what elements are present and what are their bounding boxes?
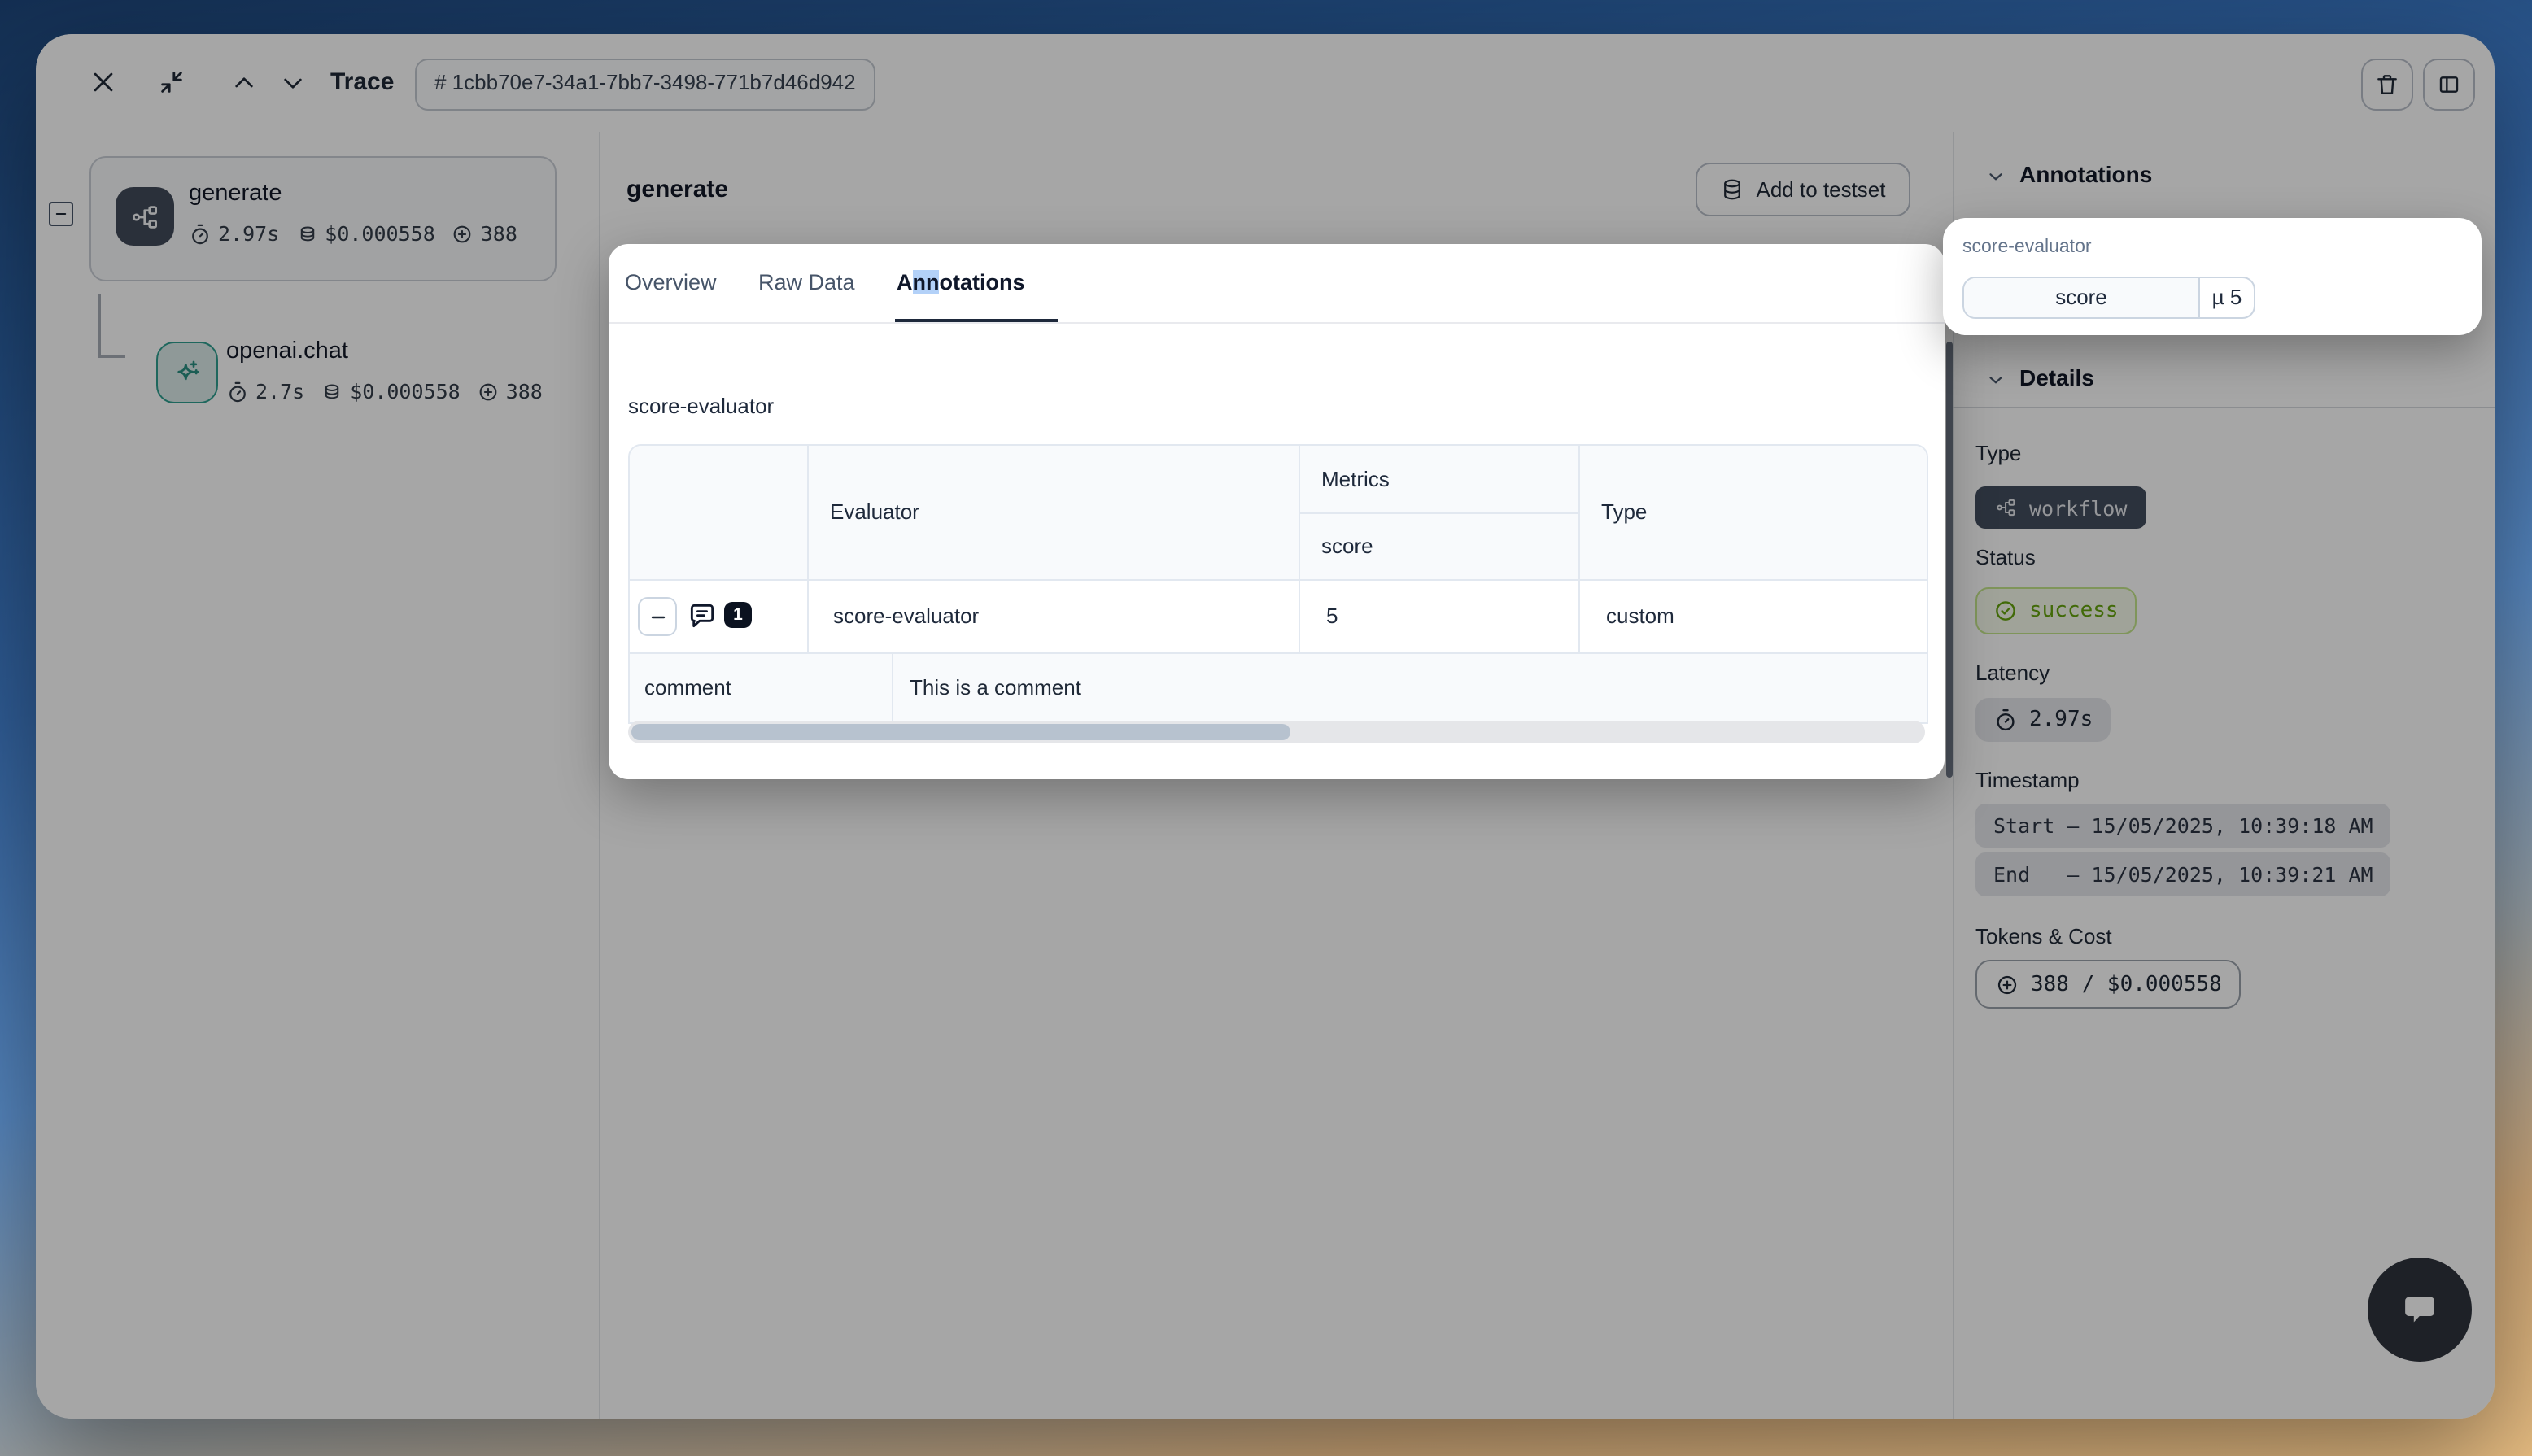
annotation-popover: score-evaluator score µ 5 xyxy=(1943,218,2482,335)
tab-label-selected-text: nn xyxy=(913,270,940,294)
tabs-divider xyxy=(609,322,1945,324)
tab-label-part: otations xyxy=(940,270,1025,294)
comment-icon[interactable] xyxy=(687,600,718,631)
tab-annotations[interactable]: Annotations xyxy=(897,244,1025,322)
comment-value: This is a comment xyxy=(910,652,1081,722)
minus-icon xyxy=(647,606,668,627)
collapse-row-button[interactable] xyxy=(638,597,677,636)
tab-label-part: A xyxy=(897,270,913,294)
row-score-value: 5 xyxy=(1326,579,1338,652)
trace-viewer-window: Trace # 1cbb70e7-34a1-7bb7-3498-771b7d46… xyxy=(36,34,2495,1419)
table-hscrollbar-thumb[interactable] xyxy=(631,724,1290,740)
comment-count-badge[interactable]: 1 xyxy=(724,602,752,628)
metric-name[interactable]: score xyxy=(1964,278,2200,317)
evaluator-heading: score-evaluator xyxy=(628,394,774,418)
column-header-type: Type xyxy=(1601,446,1647,579)
tab-overview[interactable]: Overview xyxy=(625,244,717,322)
column-header-metrics: Metrics xyxy=(1321,446,1390,512)
comment-key: comment xyxy=(644,652,731,722)
annotations-table: Evaluator Metrics score Type 1 score-eva… xyxy=(628,444,1928,724)
annotation-evaluator-label: score-evaluator xyxy=(1962,238,2092,257)
metric-value[interactable]: µ 5 xyxy=(2200,278,2254,317)
annotations-dialog: Overview Raw Data Annotations score-eval… xyxy=(609,244,1945,779)
comment-row-bg xyxy=(630,652,1927,722)
table-hscrollbar-track[interactable] xyxy=(628,721,1925,743)
annotation-score-chip[interactable]: score µ 5 xyxy=(1962,277,2255,319)
desktop-background: Trace # 1cbb70e7-34a1-7bb7-3498-771b7d46… xyxy=(0,0,2532,1456)
table-header-bg xyxy=(630,446,1927,579)
screen: Trace # 1cbb70e7-34a1-7bb7-3498-771b7d46… xyxy=(0,0,2532,1456)
row-evaluator-value: score-evaluator xyxy=(833,579,979,652)
column-header-evaluator: Evaluator xyxy=(830,446,919,579)
column-subheader-score: score xyxy=(1321,512,1373,579)
row-type-value: custom xyxy=(1606,579,1674,652)
tab-raw-data[interactable]: Raw Data xyxy=(758,244,855,322)
